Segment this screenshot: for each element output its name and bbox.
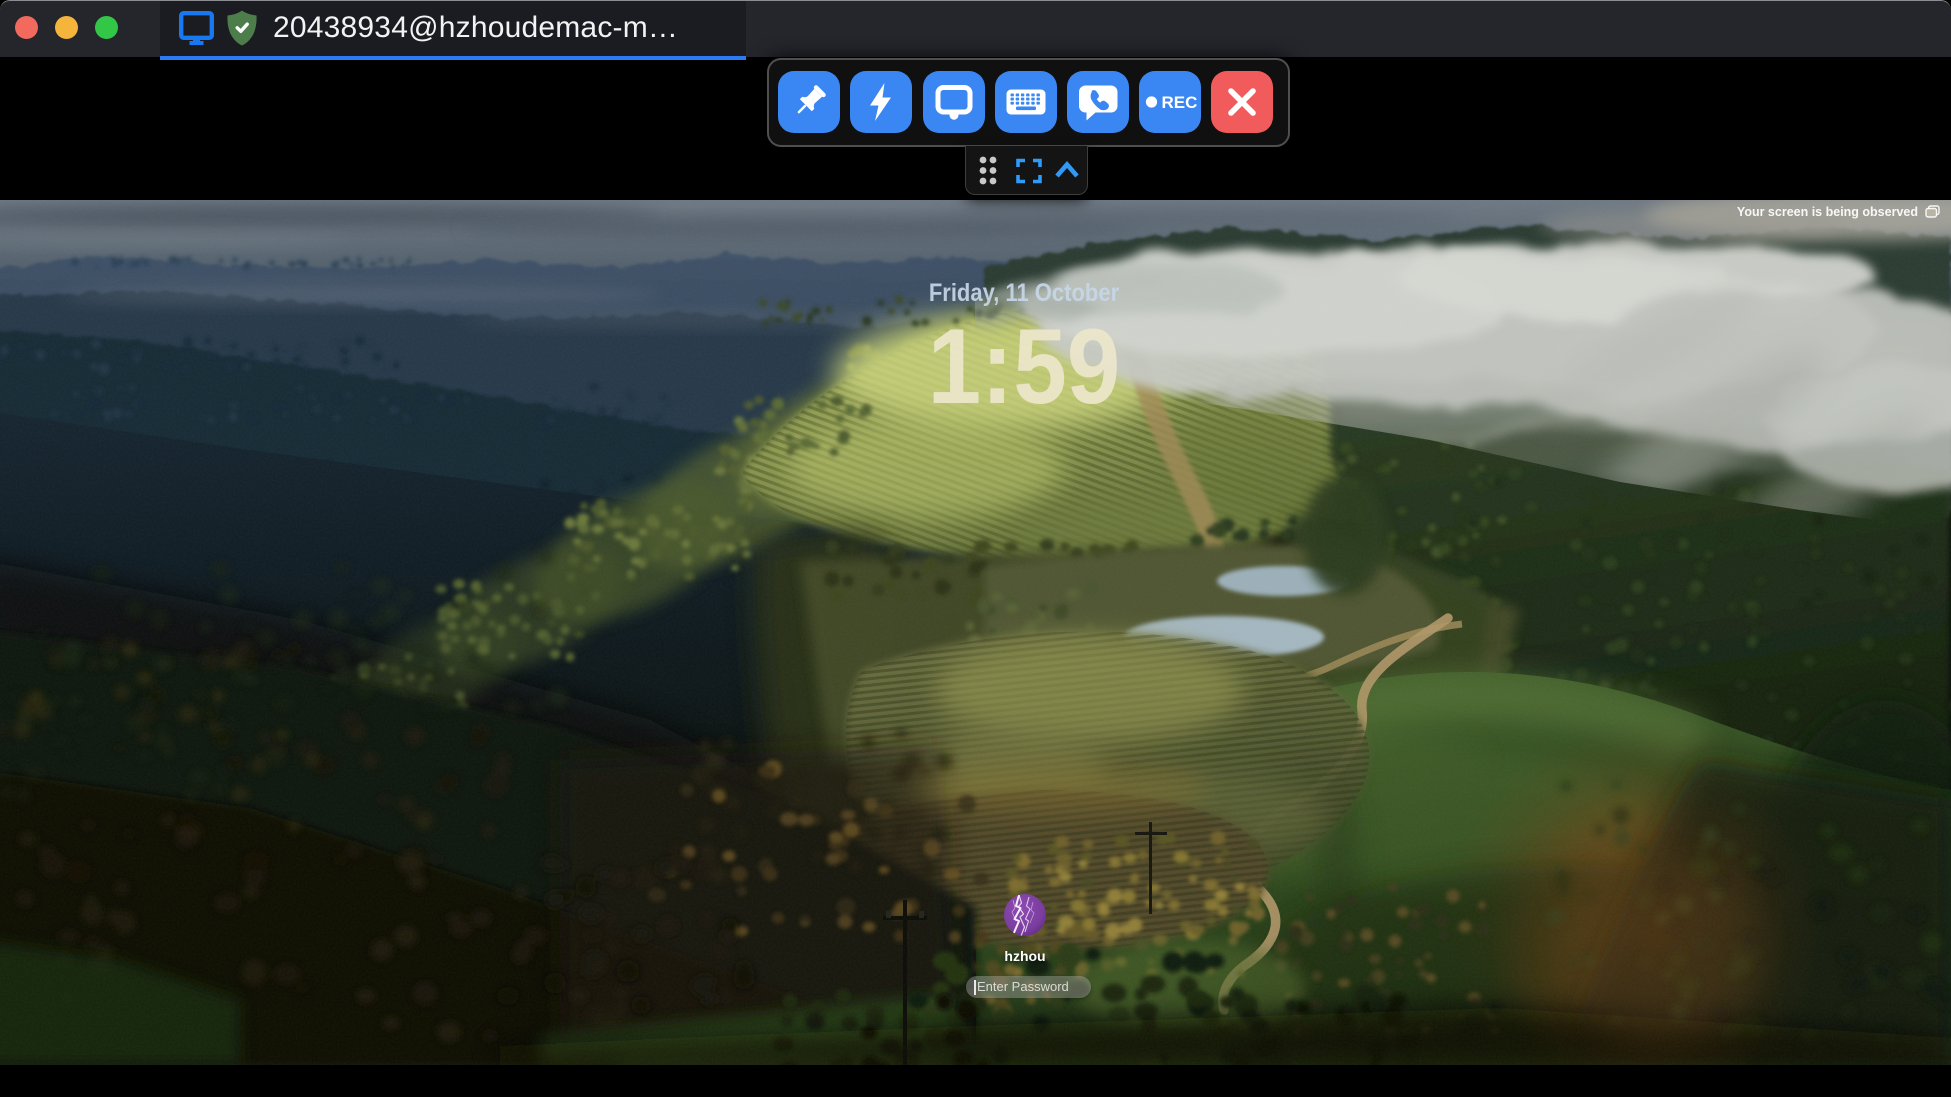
svg-text:REC: REC [1162, 93, 1198, 112]
